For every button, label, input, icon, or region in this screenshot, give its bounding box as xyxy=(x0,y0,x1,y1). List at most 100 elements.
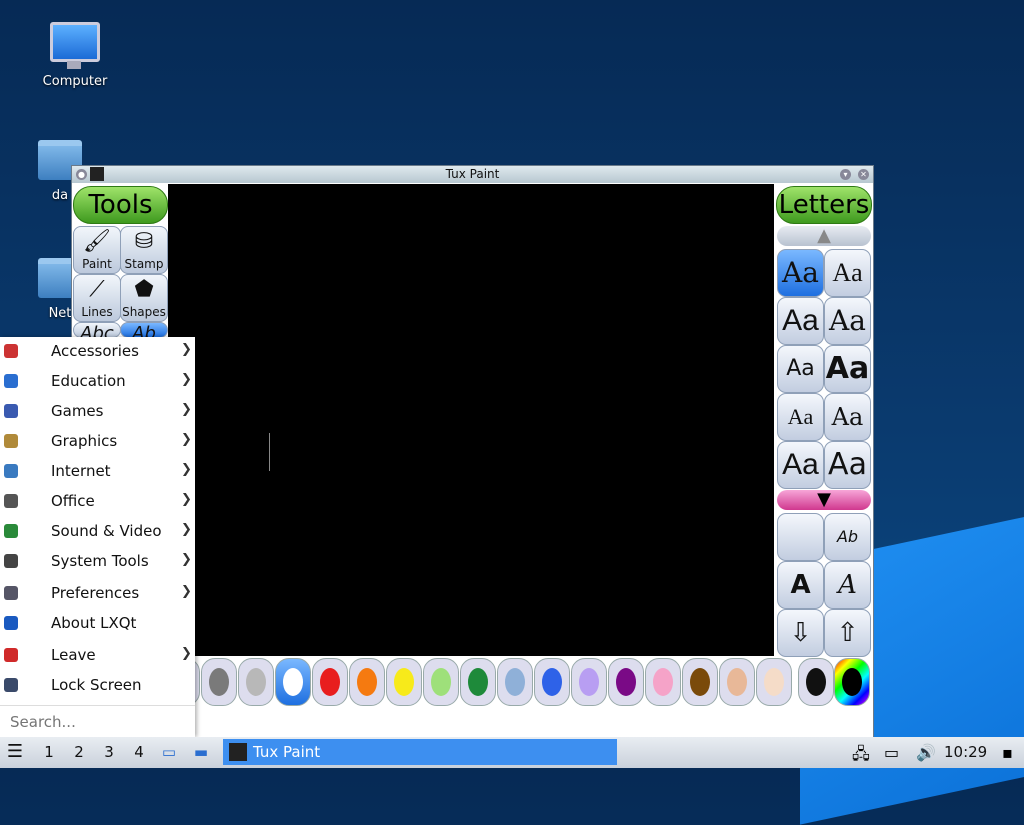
color-swatch[interactable] xyxy=(275,658,311,706)
menu-item-label: Education xyxy=(51,372,126,390)
color-swatch[interactable] xyxy=(608,658,644,706)
menu-item[interactable]: Accessories ❯ xyxy=(0,337,195,365)
color-swatch[interactable] xyxy=(423,658,459,706)
color-swatch[interactable] xyxy=(386,658,422,706)
taskbar-item-tux-paint[interactable]: Tux Paint xyxy=(223,739,617,765)
font-option[interactable]: Aa xyxy=(777,441,824,489)
menu-item[interactable]: Lock Screen xyxy=(0,671,195,699)
shrink-text-icon[interactable]: ⇩ xyxy=(777,609,824,657)
blank-option-button xyxy=(777,513,824,561)
workspace-button[interactable]: 2 xyxy=(68,741,90,763)
color-swatch[interactable] xyxy=(201,658,237,706)
tool-label: Stamp xyxy=(124,257,164,271)
workspace-button[interactable]: 1 xyxy=(38,741,60,763)
tool-label: Lines xyxy=(81,305,113,319)
color-swatch[interactable] xyxy=(497,658,533,706)
menu-item[interactable]: Sound & Video ❯ xyxy=(0,517,195,545)
menu-item[interactable]: Games ❯ xyxy=(0,397,195,425)
font-option[interactable]: Aa xyxy=(824,441,871,489)
text-cursor xyxy=(269,433,270,471)
color-swatch[interactable] xyxy=(534,658,570,706)
bold-icon[interactable]: A xyxy=(777,561,824,609)
chevron-right-icon: ❯ xyxy=(181,372,192,387)
color-swatch[interactable] xyxy=(238,658,274,706)
menu-item-icon xyxy=(4,648,18,662)
font-option[interactable]: Aa xyxy=(777,393,824,441)
color-swatch[interactable] xyxy=(719,658,755,706)
menu-item[interactable]: Leave ❯ xyxy=(0,641,195,669)
menu-item[interactable]: Graphics ❯ xyxy=(0,427,195,455)
font-option[interactable]: Aa xyxy=(777,249,824,297)
font-option[interactable]: Aa xyxy=(824,297,871,345)
file-manager-icon[interactable]: ▭ xyxy=(158,741,180,763)
color-swatch-fill xyxy=(542,668,562,696)
edit-label-icon[interactable]: Ab xyxy=(824,513,871,561)
workspace-button[interactable]: 3 xyxy=(98,741,120,763)
color-swatch[interactable] xyxy=(312,658,348,706)
workspace-button[interactable]: 4 xyxy=(128,741,150,763)
menu-item-icon xyxy=(4,494,18,508)
lxqt-menu-icon[interactable]: ☰ xyxy=(4,741,26,763)
font-option[interactable]: Aa xyxy=(824,249,871,297)
color-swatch-fill xyxy=(283,668,303,696)
color-picker-icon[interactable] xyxy=(798,658,834,706)
menu-item-label: Internet xyxy=(51,462,111,480)
color-swatch[interactable] xyxy=(460,658,496,706)
color-swatch[interactable] xyxy=(645,658,681,706)
menu-item[interactable]: Internet ❯ xyxy=(0,457,195,485)
color-swatch-fill xyxy=(209,668,229,696)
tool-label-button[interactable]: Ab xyxy=(120,322,168,338)
menu-item[interactable]: Education ❯ xyxy=(0,367,195,395)
shapes-icon: ⬟ xyxy=(134,277,154,302)
letters-header: Letters xyxy=(776,186,872,224)
tool-text-button[interactable]: Abc xyxy=(73,322,121,338)
network-icon[interactable]: 🖧 xyxy=(852,743,870,763)
drawing-canvas[interactable] xyxy=(168,184,774,656)
show-desktop-icon[interactable]: ▬ xyxy=(190,741,212,763)
show-desktop-corner-icon[interactable]: ▪ xyxy=(1002,743,1020,762)
italic-icon[interactable]: A xyxy=(824,561,871,609)
tool-stamp-button[interactable]: ⛁ Stamp xyxy=(120,226,168,274)
menu-item-label: Preferences xyxy=(51,584,140,602)
search-input[interactable] xyxy=(8,712,192,732)
menu-item[interactable]: System Tools ❯ xyxy=(0,547,195,575)
window-titlebar[interactable]: ● Tux Paint ▾ ✕ xyxy=(72,166,873,183)
color-swatch[interactable] xyxy=(349,658,385,706)
font-option[interactable]: Aa xyxy=(777,345,824,393)
minimize-icon[interactable]: ▾ xyxy=(840,169,851,180)
color-swatch-fill xyxy=(764,668,784,696)
scroll-down-button[interactable]: ▼ xyxy=(777,490,871,510)
label-icon: Ab xyxy=(132,323,156,338)
desktop-icon-computer[interactable]: Computer xyxy=(30,22,120,89)
chevron-right-icon: ❯ xyxy=(181,462,192,477)
color-swatch[interactable] xyxy=(682,658,718,706)
volume-icon[interactable]: 🔊 xyxy=(916,743,936,762)
menu-item[interactable]: About LXQt xyxy=(0,609,195,637)
font-option[interactable]: Aa xyxy=(777,297,824,345)
color-swatch-fill xyxy=(505,668,525,696)
brush-icon: 🖌 xyxy=(83,229,111,254)
scroll-up-button[interactable]: ▲ xyxy=(777,226,871,246)
menu-item-label: Accessories xyxy=(51,342,139,360)
chevron-right-icon: ❯ xyxy=(181,342,192,357)
tool-shapes-button[interactable]: ⬟ Shapes xyxy=(120,274,168,322)
menu-item-icon xyxy=(4,554,18,568)
grow-text-icon[interactable]: ⇧ xyxy=(824,609,871,657)
close-icon[interactable]: ✕ xyxy=(858,169,869,180)
menu-item[interactable]: Office ❯ xyxy=(0,487,195,515)
tool-lines-button[interactable]: ⟋ Lines xyxy=(73,274,121,322)
window-menu-icon[interactable]: ● xyxy=(76,169,87,180)
clock[interactable]: 10:29 xyxy=(944,743,987,761)
color-swatch-fill xyxy=(579,668,599,696)
font-option[interactable]: Aa xyxy=(824,345,871,393)
font-option[interactable]: Aa xyxy=(824,393,871,441)
rainbow-color-icon[interactable] xyxy=(834,658,870,706)
color-swatch-fill xyxy=(394,668,414,696)
color-swatch[interactable] xyxy=(756,658,792,706)
tux-app-icon xyxy=(229,743,247,761)
desktop-icon-label: Computer xyxy=(42,74,108,89)
clipboard-icon[interactable]: ▭ xyxy=(884,743,902,762)
tool-paint-button[interactable]: 🖌 Paint xyxy=(73,226,121,274)
color-swatch[interactable] xyxy=(571,658,607,706)
menu-item[interactable]: Preferences ❯ xyxy=(0,579,195,607)
